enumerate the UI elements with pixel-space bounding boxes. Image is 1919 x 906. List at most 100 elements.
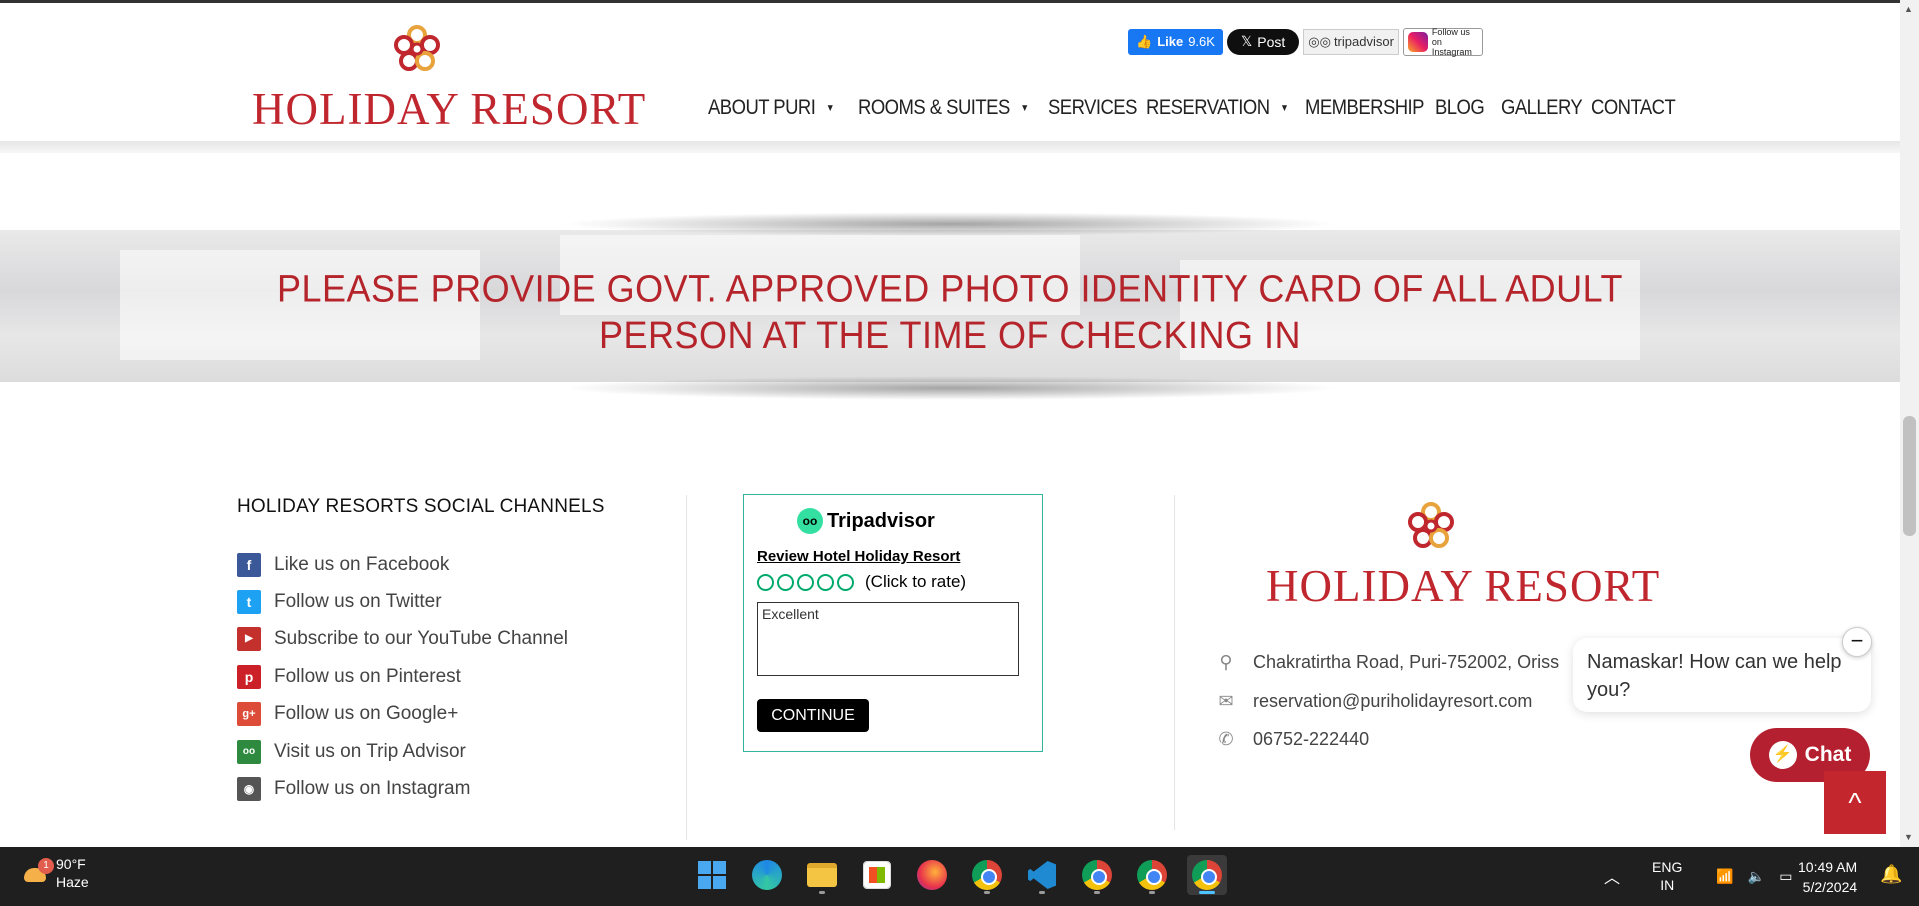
taskbar-file-explorer[interactable] <box>802 855 842 895</box>
chat-button-label: Chat <box>1804 743 1852 766</box>
nav-about-puri[interactable]: ABOUT PURI ▼ <box>708 96 840 120</box>
taskbar-firefox[interactable] <box>912 855 952 895</box>
start-button[interactable] <box>692 855 732 895</box>
taskbar-apps <box>692 855 1227 895</box>
taskbar-chrome-2[interactable] <box>1077 855 1117 895</box>
nav-rooms-suites[interactable]: ROOMS & SUITES ▼ <box>858 96 1029 120</box>
continue-button[interactable]: CONTINUE <box>757 699 869 732</box>
back-to-top-button[interactable]: ^ <box>1824 771 1886 834</box>
nav-membership[interactable]: MEMBERSHIP <box>1305 96 1424 120</box>
scrollbar-thumb[interactable] <box>1903 416 1916 536</box>
volume-icon[interactable]: 🔈 <box>1748 868 1765 885</box>
chat-greeting-bubble[interactable]: Namaskar! How can we help you? <box>1573 638 1871 712</box>
x-icon: 𝕏 <box>1240 33 1253 49</box>
social-link-instagram[interactable]: ◉ Follow us on Instagram <box>237 770 657 807</box>
facebook-like-button[interactable]: 👍 Like 9.6K <box>1128 28 1223 55</box>
instagram-icon: ◉ <box>237 777 261 802</box>
chrome-icon <box>972 860 1002 890</box>
battery-icon[interactable]: ▭ <box>1779 868 1792 885</box>
firefox-icon <box>917 860 947 890</box>
clock-date: 5/2/2024 <box>1802 879 1858 895</box>
social-link-label: Follow us on Instagram <box>274 778 471 800</box>
rating-bubble-2[interactable] <box>777 573 794 591</box>
tripadvisor-icon: oo <box>237 739 261 764</box>
fb-like-label: Like <box>1157 34 1184 49</box>
caret-down-icon: ▼ <box>1280 102 1289 114</box>
taskbar-clock[interactable]: 10:49 AM 5/2/2024 <box>1798 857 1857 897</box>
nav-label: CONTACT <box>1591 96 1676 119</box>
notification-bell-icon[interactable]: 🔔 <box>1880 864 1902 885</box>
rating-bubble-5[interactable] <box>837 573 854 591</box>
language-line-2: IN <box>1660 877 1675 893</box>
show-hidden-icons-chevron-icon[interactable]: ︿ <box>1604 864 1620 888</box>
weather-widget[interactable]: 1 90°F Haze <box>20 855 89 891</box>
weather-text: 90°F Haze <box>56 855 89 891</box>
running-indicator <box>1094 891 1100 894</box>
footer-logo: HOLIDAY RESORT <box>1266 500 1659 611</box>
nav-label: BLOG <box>1435 96 1485 119</box>
column-divider <box>1174 495 1175 830</box>
taskbar-store[interactable] <box>857 855 897 895</box>
caret-down-icon: ▼ <box>1020 102 1029 114</box>
social-widgets: 👍 Like 9.6K 𝕏 Post ◎◎ tripadvisor Follow… <box>1128 27 1483 57</box>
contact-address: ⚲ Chakratirtha Road, Puri-752002, Oriss <box>1214 652 1559 673</box>
footer-logo-text: HOLIDAY RESORT <box>1266 561 1661 611</box>
taskbar-chrome-profile[interactable] <box>967 855 1007 895</box>
social-link-facebook[interactable]: f Like us on Facebook <box>237 546 657 583</box>
folder-icon <box>807 863 837 887</box>
taskbar-chrome-3[interactable] <box>1132 855 1172 895</box>
nav-label: ROOMS & SUITES <box>858 96 1010 119</box>
vscode-icon <box>1028 861 1056 889</box>
nav-label: GALLERY <box>1501 96 1583 119</box>
pinterest-icon: p <box>237 664 261 689</box>
tripadvisor-owl-icon: oo <box>797 508 823 534</box>
thumbs-up-icon: 👍 <box>1136 33 1153 49</box>
logo-text: HOLIDAY RESORT <box>252 84 647 134</box>
social-link-google-plus[interactable]: g+ Follow us on Google+ <box>237 696 657 733</box>
social-link-youtube[interactable]: ▶ Subscribe to our YouTube Channel <box>237 621 657 658</box>
review-textarea[interactable]: Excellent <box>757 602 1019 676</box>
nav-label: SERVICES <box>1048 96 1137 119</box>
browser-page: HOLIDAY RESORT 👍 Like 9.6K 𝕏 Post ◎◎ tri… <box>0 0 1919 906</box>
instagram-badge[interactable]: Follow us on Instagram <box>1402 27 1483 57</box>
site-logo[interactable]: HOLIDAY RESORT <box>252 23 645 134</box>
nav-gallery[interactable]: GALLERY <box>1501 96 1583 120</box>
nav-services[interactable]: SERVICES <box>1048 96 1137 120</box>
social-link-label: Follow us on Pinterest <box>274 665 461 687</box>
header-shadow <box>0 141 1900 153</box>
x-post-button[interactable]: 𝕏 Post <box>1226 28 1300 55</box>
rating-bubble-4[interactable] <box>817 573 834 591</box>
nav-label: MEMBERSHIP <box>1305 96 1424 119</box>
wifi-icon[interactable]: 📶 <box>1716 868 1733 885</box>
owl-icon: ◎◎ <box>1308 33 1331 49</box>
scroll-up-arrow-icon[interactable]: ▲ <box>1904 4 1913 14</box>
social-link-pinterest[interactable]: p Follow us on Pinterest <box>237 658 657 695</box>
weather-condition: Haze <box>56 874 89 890</box>
scroll-down-arrow-icon[interactable]: ▼ <box>1904 832 1913 842</box>
site-header: HOLIDAY RESORT 👍 Like 9.6K 𝕏 Post ◎◎ tri… <box>0 0 1900 141</box>
social-link-twitter[interactable]: t Follow us on Twitter <box>237 583 657 620</box>
windows-icon <box>698 861 726 889</box>
chat-minimize-button[interactable]: − <box>1842 627 1872 657</box>
contact-email[interactable]: ✉ reservation@puriholidayresort.com <box>1214 691 1532 712</box>
language-indicator[interactable]: ENG IN <box>1652 858 1682 894</box>
review-hotel-link[interactable]: Review Hotel Holiday Resort <box>757 548 960 565</box>
weather-badge: 1 <box>38 858 54 874</box>
nav-contact[interactable]: CONTACT <box>1591 96 1676 120</box>
rating-bubble-1[interactable] <box>757 573 774 591</box>
contact-phone[interactable]: ✆ 06752-222440 <box>1214 729 1369 750</box>
nav-label: ABOUT PURI <box>708 96 816 119</box>
tripadvisor-brand[interactable]: oo Tripadvisor <box>797 508 935 534</box>
rating-bubble-3[interactable] <box>797 573 814 591</box>
main-nav: ABOUT PURI ▼ ROOMS & SUITES ▼ SERVICES RES… <box>708 91 1676 125</box>
social-link-tripadvisor[interactable]: oo Visit us on Trip Advisor <box>237 733 657 770</box>
taskbar-edge[interactable] <box>747 855 787 895</box>
edge-icon <box>752 860 782 890</box>
tripadvisor-badge[interactable]: ◎◎ tripadvisor <box>1303 28 1399 55</box>
social-channels-title: HOLIDAY RESORTS SOCIAL CHANNELS <box>237 496 605 517</box>
store-icon <box>863 861 891 889</box>
taskbar-chrome-active[interactable] <box>1187 855 1227 895</box>
nav-blog[interactable]: BLOG <box>1435 96 1493 120</box>
taskbar-vscode[interactable] <box>1022 855 1062 895</box>
nav-reservation[interactable]: RESERVATION ▼ <box>1146 96 1289 120</box>
